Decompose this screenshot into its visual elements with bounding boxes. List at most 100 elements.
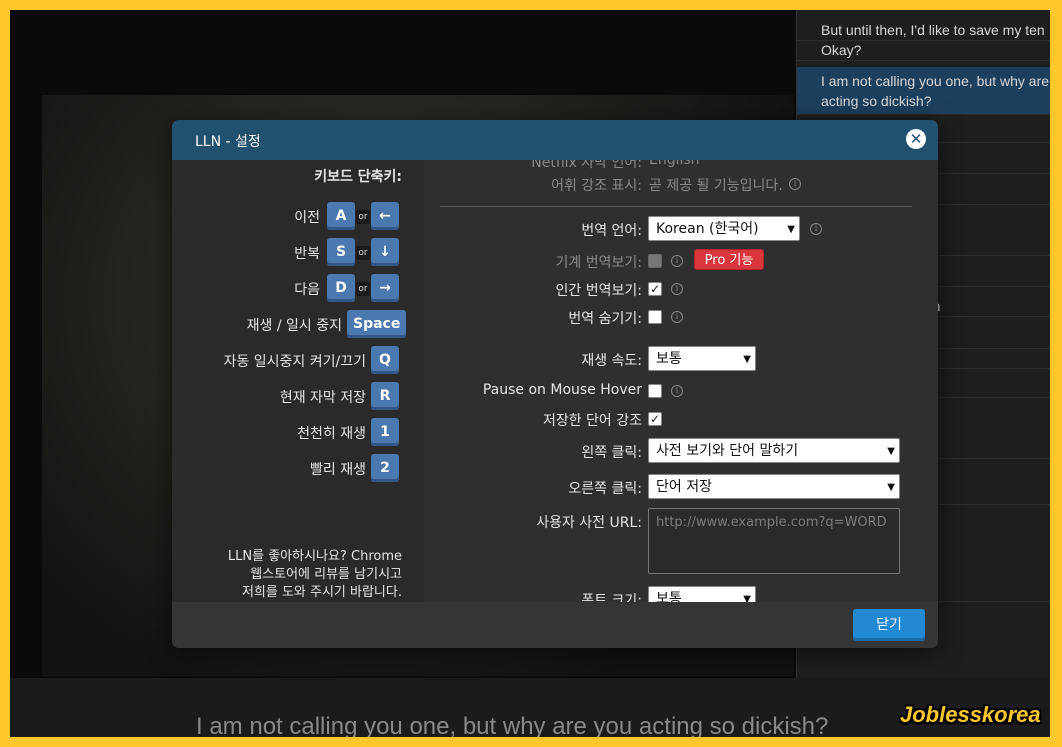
machine-translation-checkbox[interactable] [648, 254, 662, 268]
setting-saved-words-highlight: 저장한 단어 강조 ✓ [424, 406, 938, 432]
review-line: 웹스토어에 리뷰를 남기시고 [250, 567, 402, 582]
key-d: D [327, 274, 355, 302]
setting-label: 번역 언어: [581, 223, 642, 239]
hide-translation-checkbox[interactable] [648, 310, 662, 324]
key-left-arrow: ← [371, 202, 399, 230]
review-request[interactable]: LLN를 좋아하시나요? Chrome 웹스토어에 리뷰를 남기시고 저희를 도… [172, 548, 402, 602]
close-button[interactable]: 닫기 [853, 609, 925, 641]
dictionary-url-input[interactable]: http://www.example.com?q=WORD [648, 508, 900, 574]
settings-panel: Netflix 자막 언어: English 어휘 강조 표시: 곧 제공 될 … [424, 160, 938, 602]
modal-title: LLN - 설정 [195, 134, 261, 150]
shortcut-row-auto-pause: 자동 일시중지 켜기/끄기 Q [172, 346, 424, 376]
shortcut-row-next: 다음 D or → [172, 274, 424, 304]
setting-hide-translation: 번역 숨기기: i [424, 304, 938, 330]
setting-value: 곧 제공 될 기능입니다. [649, 178, 783, 194]
watermark-logo: Joblesskorea [900, 702, 1041, 727]
select-value: 단어 저장 [656, 479, 712, 495]
left-click-select[interactable]: 사전 보기와 단어 말하기 ▼ [648, 438, 900, 463]
key-a: A [327, 202, 355, 230]
key-1: 1 [371, 418, 399, 446]
keyboard-shortcuts-title: 키보드 단축키: [314, 169, 402, 185]
setting-label: 번역 숨기기: [568, 311, 642, 327]
setting-value: English [649, 160, 700, 168]
info-icon[interactable]: i [671, 255, 683, 267]
setting-machine-translation: 기계 번역보기: i Pro 기능 [424, 248, 938, 274]
right-click-select[interactable]: 단어 저장 ▼ [648, 474, 900, 499]
info-icon[interactable]: i [671, 283, 683, 295]
setting-human-translation: 인간 번역보기: ✓ i [424, 276, 938, 302]
modal-header: LLN - 설정 ✕ [172, 120, 938, 160]
setting-label: 폰트 크기: [581, 593, 642, 602]
key-space: Space [347, 310, 407, 338]
review-line: 저희를 도와 주시기 바랍니다. [241, 585, 402, 600]
setting-right-click: 오른쪽 클릭: 단어 저장 ▼ [424, 474, 938, 500]
subtitle-line-text: acting so dickish? [821, 93, 932, 109]
subtitle-line-text: I am not calling you one, but why are [821, 73, 1050, 89]
shortcut-row-slow-play: 천천히 재생 1 [172, 418, 424, 448]
or-separator: or [356, 246, 370, 260]
setting-label: Pause on Mouse Hover [482, 382, 642, 398]
or-separator: or [356, 282, 370, 296]
shortcut-label: 다음 [294, 282, 320, 298]
key-down-arrow: ↓ [371, 238, 399, 266]
current-subtitle: I am not calling you one, but why are yo… [196, 713, 829, 737]
setting-label: 재생 속도: [581, 353, 642, 369]
info-icon[interactable]: i [789, 178, 801, 190]
setting-label: 저장한 단어 강조 [542, 413, 642, 429]
setting-left-click: 왼쪽 클릭: 사전 보기와 단어 말하기 ▼ [424, 438, 938, 464]
shortcut-row-fast-play: 빨리 재생 2 [172, 454, 424, 484]
review-line: LLN를 좋아하시나요? Chrome [227, 549, 402, 564]
shortcut-label: 재생 / 일시 중지 [246, 318, 342, 334]
human-translation-checkbox[interactable]: ✓ [648, 282, 662, 296]
saved-words-checkbox[interactable]: ✓ [648, 412, 662, 426]
info-icon[interactable]: i [671, 385, 683, 397]
chevron-down-icon: ▼ [887, 482, 895, 493]
subtitle-line-active[interactable]: I am not calling you one, but why are ac… [797, 67, 1050, 115]
modal-footer: 닫기 [172, 602, 938, 648]
settings-modal: LLN - 설정 ✕ 키보드 단축키: 이전 A or ← 반복 S or ↓ … [172, 120, 938, 648]
shortcut-label: 이전 [294, 210, 320, 226]
chevron-down-icon: ▼ [887, 446, 895, 457]
chevron-down-icon: ▼ [787, 224, 795, 235]
key-r: R [371, 382, 399, 410]
key-right-arrow: → [371, 274, 399, 302]
info-icon[interactable]: i [671, 311, 683, 323]
setting-label: 오른쪽 클릭: [568, 481, 642, 497]
chevron-down-icon: ▼ [743, 354, 751, 365]
chevron-down-icon: ▼ [743, 594, 751, 602]
pause-hover-checkbox[interactable] [648, 384, 662, 398]
select-value: 사전 보기와 단어 말하기 [656, 443, 799, 459]
playback-speed-select[interactable]: 보통 ▼ [648, 346, 756, 371]
translation-language-select[interactable]: Korean (한국어) ▼ [648, 216, 800, 241]
shortcut-label: 천천히 재생 [297, 426, 366, 442]
key-s: S [327, 238, 355, 266]
setting-label: 인간 번역보기: [555, 283, 642, 299]
setting-label: 왼쪽 클릭: [581, 445, 642, 461]
key-2: 2 [371, 454, 399, 482]
setting-translation-language: 번역 언어: Korean (한국어) ▼ i [424, 216, 938, 242]
setting-dictionary-url: 사용자 사전 URL: http://www.example.com?q=WOR… [424, 508, 938, 578]
setting-pause-hover: Pause on Mouse Hover i [424, 378, 938, 404]
shortcut-label: 자동 일시중지 켜기/끄기 [223, 354, 366, 370]
font-size-select[interactable]: 보통 ▼ [648, 586, 756, 602]
setting-font-size: 폰트 크기: 보통 ▼ [424, 586, 938, 602]
select-value: Korean (한국어) [656, 221, 759, 237]
select-value: 보통 [656, 591, 682, 602]
shortcut-row-previous: 이전 A or ← [172, 202, 424, 232]
subtitle-line[interactable]: But until then, I'd like to save my ten [797, 20, 1050, 41]
close-icon[interactable]: ✕ [906, 129, 926, 149]
info-icon[interactable]: i [810, 223, 822, 235]
shortcut-row-repeat: 반복 S or ↓ [172, 238, 424, 268]
setting-label: 기계 번역보기: [555, 255, 642, 271]
pro-feature-badge[interactable]: Pro 기능 [694, 249, 764, 270]
shortcut-row-save-subtitle: 현재 자막 저장 R [172, 382, 424, 412]
setting-label: 사용자 사전 URL: [536, 515, 642, 531]
or-separator: or [356, 210, 370, 224]
setting-vocab-highlight: 어휘 강조 표시: 곧 제공 될 기능입니다. i [424, 171, 938, 197]
settings-divider [440, 206, 912, 207]
setting-playback-speed: 재생 속도: 보통 ▼ [424, 346, 938, 372]
setting-label: 어휘 강조 표시: [551, 178, 642, 194]
subtitle-line[interactable]: Okay? [797, 40, 1050, 61]
shortcut-label: 반복 [294, 246, 320, 262]
shortcut-label: 빨리 재생 [310, 462, 366, 478]
